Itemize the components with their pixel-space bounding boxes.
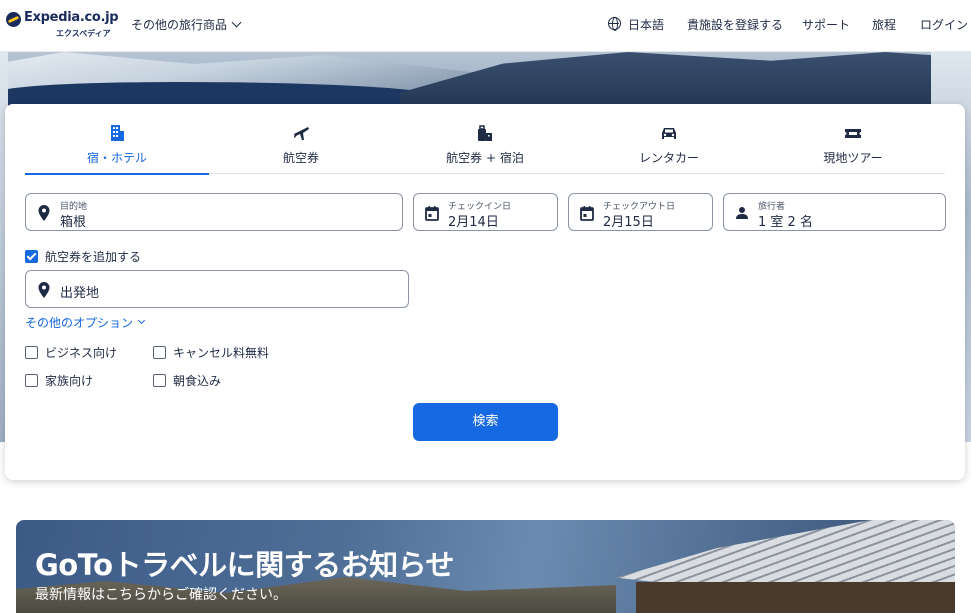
chevron-down-icon [137, 316, 146, 325]
trips-link[interactable]: 旅程 [872, 16, 896, 33]
family-label: 家族向け [45, 374, 94, 388]
destination-value: 箱根 [60, 215, 87, 230]
location-pin-icon [38, 205, 50, 221]
checkout-field[interactable]: チェックアウト日 2月15日 [568, 193, 713, 231]
search-button[interactable]: 検索 [413, 403, 558, 441]
support-link[interactable]: サポート [802, 16, 850, 33]
expedia-logo[interactable]: Expedia.co.jp エクスペディア [6, 10, 119, 42]
checkbox-box [25, 374, 38, 387]
origin-field[interactable]: 出発地 [25, 270, 409, 308]
globe-icon [608, 17, 621, 31]
search-card: 宿・ホテル 航空券 航空券 + 宿泊 レンタカー 現地ツアー 目的地 箱根 チェ… [5, 104, 965, 480]
car-icon [662, 128, 676, 139]
more-options-toggle[interactable]: その他のオプション [25, 314, 146, 331]
tab-activities-label: 現地ツアー [823, 151, 883, 165]
list-property-link[interactable]: 貴施設を登録する [687, 16, 783, 33]
family-checkbox[interactable]: 家族向け [25, 372, 93, 389]
checkbox-box [153, 346, 166, 359]
tab-hotels[interactable]: 宿・ホテル [25, 104, 209, 175]
tab-packages[interactable]: 航空券 + 宿泊 [393, 104, 577, 174]
checkout-value: 2月15日 [603, 215, 654, 230]
globe-logo-icon [6, 12, 21, 27]
login-link[interactable]: ログイン [920, 16, 968, 33]
banner-wall [636, 582, 955, 613]
breakfast-checkbox[interactable]: 朝食込み [153, 372, 221, 389]
more-options-label: その他のオプション [25, 316, 134, 330]
calendar-icon [580, 206, 594, 221]
site-header: Expedia.co.jp エクスペディア その他の旅行商品 日本語 貴施設を登… [0, 0, 971, 52]
plane-icon [294, 127, 309, 140]
product-tabs: 宿・ホテル 航空券 航空券 + 宿泊 レンタカー 現地ツアー [25, 104, 945, 175]
checkbox-box [25, 346, 38, 359]
tab-cars[interactable]: レンタカー [577, 104, 761, 174]
tab-flights-label: 航空券 [282, 151, 319, 165]
tab-packages-label: 航空券 + 宿泊 [446, 151, 524, 165]
checkbox-box [153, 374, 166, 387]
logo-text: Expedia.co.jp [24, 10, 119, 25]
location-pin-icon [38, 282, 50, 298]
business-checkbox[interactable]: ビジネス向け [25, 344, 117, 361]
person-icon [736, 207, 748, 219]
hero-dark-mountain [400, 52, 971, 110]
checkin-field[interactable]: チェックイン日 2月14日 [413, 193, 558, 231]
goto-travel-banner[interactable]: GoToトラベルに関するお知らせ 最新情報はこちらからご確認ください。 [16, 520, 955, 613]
tab-flights[interactable]: 航空券 [209, 104, 393, 174]
language-link[interactable]: 日本語 [628, 16, 664, 33]
add-flight-check-icon [25, 250, 38, 263]
package-icon [478, 125, 492, 141]
chevron-down-icon [231, 17, 242, 28]
tab-cars-label: レンタカー [638, 151, 699, 165]
banner-title: GoToトラベルに関するお知らせ [35, 548, 455, 582]
add-flight-label: 航空券を追加する [45, 250, 142, 264]
add-flight-checkbox[interactable]: 航空券を追加する [25, 248, 141, 265]
origin-placeholder: 出発地 [60, 286, 100, 301]
other-products-menu[interactable]: その他の旅行商品 [131, 16, 242, 33]
hotel-icon [111, 125, 124, 141]
banner-subtitle: 最新情報はこちらからご確認ください。 [35, 587, 287, 603]
tab-hotels-label: 宿・ホテル [86, 151, 147, 165]
logo-subtext: エクスペディア [56, 29, 111, 38]
travelers-field[interactable]: 旅行者 1 室 2 名 [723, 193, 946, 231]
ticket-icon [845, 129, 861, 138]
checkin-value: 2月14日 [448, 215, 499, 230]
travelers-value: 1 室 2 名 [758, 215, 813, 230]
business-label: ビジネス向け [45, 346, 118, 360]
calendar-icon [425, 206, 439, 221]
other-products-label: その他の旅行商品 [131, 18, 228, 32]
free-cancel-label: キャンセル料無料 [173, 346, 270, 360]
free-cancel-checkbox[interactable]: キャンセル料無料 [153, 344, 269, 361]
breakfast-label: 朝食込み [173, 374, 222, 388]
destination-field[interactable]: 目的地 箱根 [25, 193, 403, 231]
tab-activities[interactable]: 現地ツアー [761, 104, 945, 174]
